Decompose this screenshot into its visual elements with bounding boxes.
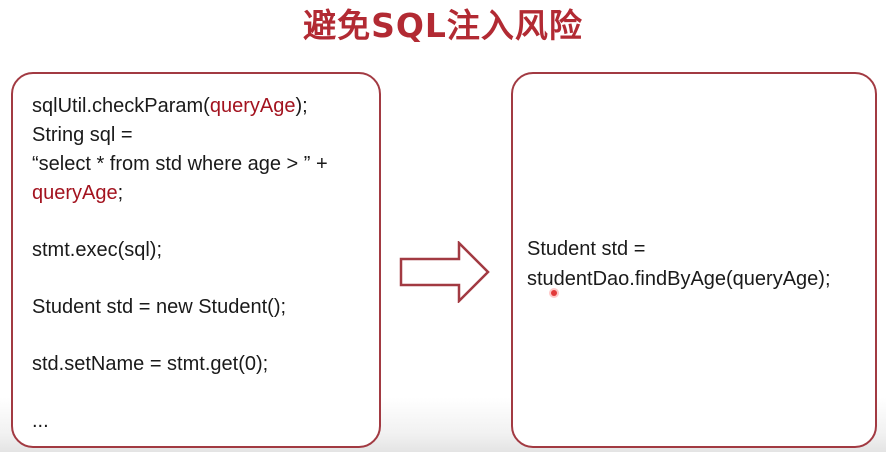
query-age-highlight: queryAge: [209, 95, 296, 117]
raw-sql-code-panel: sqlUtil.checkParam(queryAge); String sql…: [11, 72, 381, 448]
code-line-new-student: Student std = new Student();: [32, 296, 287, 318]
slide-title: 避免SQL注入风险: [303, 6, 583, 45]
code-line-exec: stmt.exec(sql);: [32, 239, 163, 261]
code-line-find-by-age: studentDao.findByAge(queryAge);: [527, 268, 831, 290]
code-text: ;: [117, 182, 124, 204]
dao-code-panel: Student std = studentDao.findByAge(query…: [511, 72, 877, 448]
code-line-student-std: Student std =: [527, 238, 646, 260]
code-line-check-param: sqlUtil.checkParam(queryAge);: [32, 92, 328, 121]
dao-code-block: Student std = studentDao.findByAge(query…: [527, 234, 831, 294]
raw-sql-code-block: sqlUtil.checkParam(queryAge); String sql…: [32, 92, 328, 436]
right-arrow-icon: [399, 241, 490, 303]
code-text: sqlUtil.checkParam(: [32, 95, 210, 117]
code-line-string-sql: String sql =: [32, 124, 133, 146]
code-line-set-name: std.setName = stmt.get(0);: [32, 353, 269, 375]
code-line-ellipsis: ...: [32, 410, 49, 432]
query-age-highlight: queryAge: [32, 182, 118, 204]
code-line-query-age: queryAge;: [32, 179, 328, 208]
pointer-dot: [551, 290, 557, 296]
code-line-select-statement: “select * from std where age > ” +: [32, 153, 328, 175]
code-text: );: [295, 95, 308, 117]
